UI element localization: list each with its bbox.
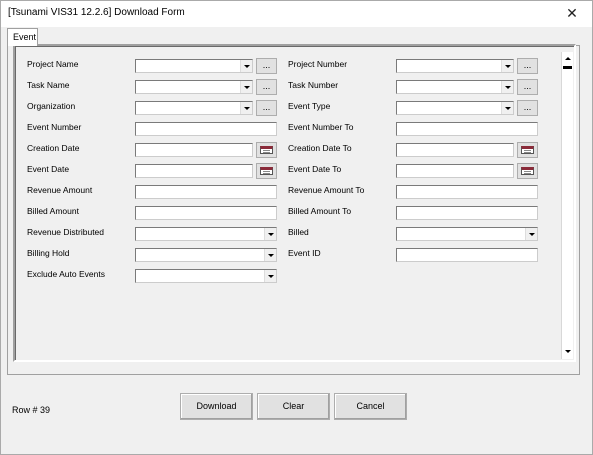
billed-amount-label: Billed Amount (27, 206, 79, 216)
chevron-down-icon[interactable] (264, 270, 276, 282)
project-name-label: Project Name (27, 59, 79, 69)
organization-lookup-button[interactable]: ... (256, 100, 277, 116)
task-name-dropdown[interactable] (135, 80, 253, 94)
scrollbar-thumb[interactable] (563, 66, 572, 69)
task-number-label: Task Number (288, 80, 339, 90)
exclude-auto-events-dropdown[interactable] (135, 269, 277, 283)
event-id-input[interactable] (396, 248, 538, 262)
window-title: [Tsunami VIS31 12.2.6] Download Form (8, 7, 185, 18)
exclude-auto-events-label: Exclude Auto Events (27, 269, 105, 279)
project-number-dropdown[interactable] (396, 59, 514, 73)
event-number-to-input[interactable] (396, 122, 538, 136)
chevron-down-icon[interactable] (501, 60, 513, 72)
creation-date-input[interactable] (135, 143, 253, 157)
revenue-amount-to-input[interactable] (396, 185, 538, 199)
tab-event[interactable]: Event (7, 28, 38, 46)
revenue-amount-input[interactable] (135, 185, 277, 199)
event-type-lookup-button[interactable]: ... (517, 100, 538, 116)
chevron-down-icon[interactable] (501, 102, 513, 114)
billing-hold-label: Billing Hold (27, 248, 70, 258)
clear-button[interactable]: Clear (257, 393, 330, 420)
billed-amount-input[interactable] (135, 206, 277, 220)
event-type-label: Event Type (288, 101, 331, 111)
creation-date-label: Creation Date (27, 143, 80, 153)
billed-label: Billed (288, 227, 309, 237)
revenue-amount-to-label: Revenue Amount To (288, 185, 365, 195)
chevron-down-icon[interactable] (264, 249, 276, 261)
calendar-icon (260, 146, 273, 154)
calendar-icon (521, 146, 534, 154)
event-number-label: Event Number (27, 122, 82, 132)
chevron-down-icon[interactable] (240, 81, 252, 93)
calendar-icon (260, 167, 273, 175)
creation-date-to-calendar-button[interactable] (517, 142, 538, 158)
revenue-distributed-dropdown[interactable] (135, 227, 277, 241)
creation-date-to-label: Creation Date To (288, 143, 352, 153)
revenue-distributed-label: Revenue Distributed (27, 227, 105, 237)
event-date-input[interactable] (135, 164, 253, 178)
project-number-label: Project Number (288, 59, 348, 69)
chevron-down-icon[interactable] (525, 228, 537, 240)
organization-label: Organization (27, 101, 76, 111)
event-number-input[interactable] (135, 122, 277, 136)
billed-amount-to-label: Billed Amount To (288, 206, 352, 216)
task-name-lookup-button[interactable]: ... (256, 79, 277, 95)
chevron-down-icon[interactable] (264, 228, 276, 240)
event-type-dropdown[interactable] (396, 101, 514, 115)
scroll-up-icon[interactable] (563, 54, 573, 64)
task-number-dropdown[interactable] (396, 80, 514, 94)
creation-date-to-input[interactable] (396, 143, 514, 157)
calendar-icon (521, 167, 534, 175)
project-name-dropdown[interactable] (135, 59, 253, 73)
chevron-down-icon[interactable] (501, 81, 513, 93)
title-bar: [Tsunami VIS31 12.2.6] Download Form ✕ (1, 1, 592, 27)
event-date-to-label: Event Date To (288, 164, 342, 174)
task-number-lookup-button[interactable]: ... (517, 79, 538, 95)
revenue-amount-label: Revenue Amount (27, 185, 93, 195)
billed-amount-to-input[interactable] (396, 206, 538, 220)
billing-hold-dropdown[interactable] (135, 248, 277, 262)
chevron-down-icon[interactable] (240, 102, 252, 114)
project-number-lookup-button[interactable]: ... (517, 58, 538, 74)
project-name-lookup-button[interactable]: ... (256, 58, 277, 74)
event-id-label: Event ID (288, 248, 321, 258)
task-name-label: Task Name (27, 80, 70, 90)
row-count-label: Row # 39 (12, 405, 51, 415)
event-number-to-label: Event Number To (288, 122, 354, 132)
download-button[interactable]: Download (180, 393, 253, 420)
cancel-button[interactable]: Cancel (334, 393, 407, 420)
chevron-down-icon[interactable] (240, 60, 252, 72)
event-date-to-input[interactable] (396, 164, 514, 178)
event-date-calendar-button[interactable] (256, 163, 277, 179)
event-date-to-calendar-button[interactable] (517, 163, 538, 179)
close-icon[interactable]: ✕ (552, 1, 592, 27)
creation-date-calendar-button[interactable] (256, 142, 277, 158)
event-date-label: Event Date (27, 164, 70, 174)
organization-dropdown[interactable] (135, 101, 253, 115)
scroll-down-icon[interactable] (563, 347, 573, 357)
vertical-scrollbar[interactable] (561, 52, 573, 359)
billed-dropdown[interactable] (396, 227, 538, 241)
